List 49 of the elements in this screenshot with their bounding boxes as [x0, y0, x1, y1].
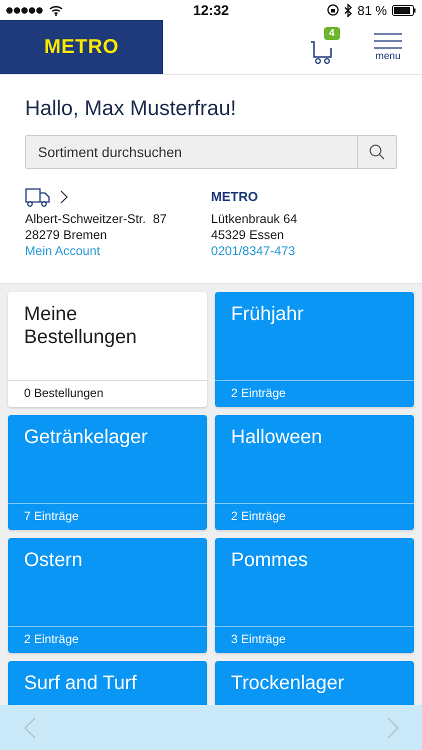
chevron-right-icon — [387, 716, 399, 738]
battery-percent: 81 % — [357, 2, 387, 18]
signal-icon — [6, 6, 44, 14]
greeting: Hallo, Max Musterfrau! — [25, 97, 238, 121]
tile-title: Trockenlager — [230, 671, 346, 695]
entry-count: 2 Einträge — [215, 503, 414, 530]
list-tile[interactable]: Meine Bestellungen 0 Bestellungen — [8, 292, 207, 407]
entry-count: 7 Einträge — [8, 503, 207, 530]
address-line: 45329 Essen — [211, 227, 284, 243]
entry-count: 2 Einträge — [8, 626, 207, 653]
address-line: Lütkenbrauk 64 — [211, 211, 298, 227]
rotation-lock-icon — [327, 4, 340, 16]
list-tile[interactable]: Getränkelager 7 Einträge — [8, 415, 207, 530]
account-link[interactable]: Mein Account — [25, 243, 100, 259]
list-tile[interactable]: Halloween 2 Einträge — [215, 415, 414, 530]
tile-title: Halloween — [230, 425, 324, 449]
entry-count: 0 Bestellungen — [8, 380, 207, 407]
tile-title: Ostern — [23, 548, 84, 572]
tile-title: Pommes — [230, 548, 309, 572]
address-line: 28279 Bremen — [25, 227, 108, 243]
metro-logo: METRO — [44, 36, 119, 58]
entry-count: 2 Einträge — [215, 380, 414, 407]
bluetooth-icon — [344, 4, 352, 16]
entry-count: 3 Einträge — [215, 626, 414, 653]
chevron-right-icon[interactable] — [60, 190, 68, 204]
phone-link[interactable]: 0201/8347-473 — [211, 243, 296, 259]
wifi-icon — [49, 4, 63, 16]
search-icon — [369, 144, 385, 160]
clock-time: 12:32 — [193, 2, 229, 18]
tile-title: Frühjahr — [230, 302, 305, 326]
tile-title: Getränkelager — [23, 425, 149, 449]
logo-banner[interactable]: METRO — [0, 20, 163, 74]
tile-title: Meine Bestellungen — [23, 302, 138, 349]
list-tile[interactable]: Frühjahr 2 Einträge — [215, 292, 414, 407]
search-button[interactable] — [357, 135, 397, 169]
list-tile[interactable]: Surf and Turf — [8, 661, 207, 705]
truck-icon[interactable] — [25, 186, 50, 208]
battery-icon — [392, 4, 416, 16]
menu-button[interactable]: menu — [368, 20, 408, 74]
search-field[interactable]: Sortiment durchsuchen — [25, 135, 357, 169]
list-tile[interactable]: Pommes 3 Einträge — [215, 538, 414, 653]
chevron-left-icon — [24, 716, 36, 738]
cart-count-badge: 4 — [324, 27, 340, 40]
list-tile[interactable]: Ostern 2 Einträge — [8, 538, 207, 653]
list-tile[interactable]: Trockenlager — [215, 661, 414, 705]
metro-logo: METRO — [211, 189, 258, 205]
address-line: Albert-Schweitzer-Str. 87 — [25, 211, 167, 227]
menu-icon — [374, 32, 402, 48]
tile-title: Surf and Turf — [23, 671, 138, 695]
